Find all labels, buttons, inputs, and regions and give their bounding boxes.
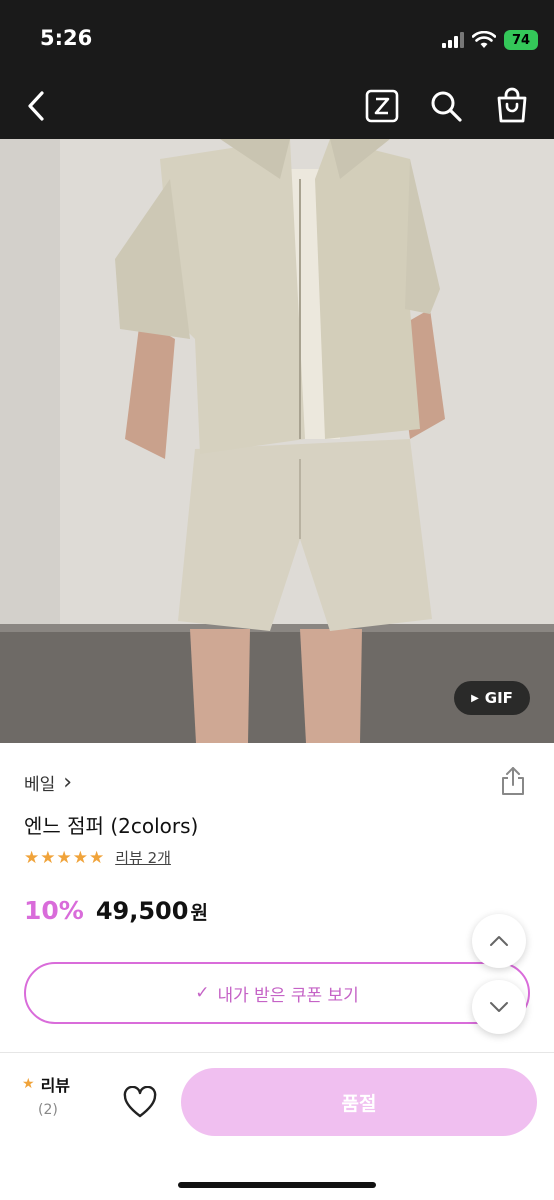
- shopping-bag-icon: [497, 87, 527, 123]
- divider: [0, 1052, 554, 1053]
- view-coupons-button[interactable]: ✓ 내가 받은 쿠폰 보기: [24, 962, 530, 1024]
- search-button[interactable]: [428, 88, 464, 124]
- chevron-down-icon: [490, 1002, 508, 1012]
- bottom-review-button[interactable]: ★ 리뷰 (2): [22, 1072, 92, 1118]
- heart-icon: [123, 1085, 157, 1118]
- bottom-review-label: 리뷰: [40, 1076, 71, 1095]
- price: 49,500: [95, 897, 189, 925]
- chevron-left-icon: [28, 91, 44, 121]
- review-link[interactable]: 리뷰 2개: [115, 847, 171, 868]
- sold-out-button[interactable]: 품절: [181, 1068, 537, 1136]
- discount-rate: 10%: [24, 896, 84, 925]
- coupon-label: 내가 받은 쿠폰 보기: [217, 985, 359, 1006]
- z-square-icon: [365, 89, 399, 123]
- star-rating: ★★★★★: [24, 847, 106, 868]
- status-time: 5:26: [40, 26, 93, 50]
- wishlist-button[interactable]: [122, 1085, 158, 1122]
- bottom-review-count: (2): [38, 1102, 58, 1118]
- signal-icon: [442, 32, 464, 48]
- price-row: 10% 49,500 원: [24, 896, 208, 925]
- brand-name: 베일: [24, 775, 56, 795]
- star-icon: ★: [22, 1076, 35, 1092]
- price-unit: 원: [190, 902, 208, 924]
- rating-row: ★★★★★ 리뷰 2개: [24, 847, 171, 868]
- check-icon: ✓: [195, 983, 210, 1003]
- search-icon: [431, 91, 462, 122]
- play-icon: ▶: [471, 692, 479, 704]
- cart-button[interactable]: [494, 86, 530, 124]
- z-button[interactable]: [365, 88, 399, 124]
- product-photo: [0, 139, 554, 743]
- gif-label: GIF: [484, 689, 513, 707]
- product-name: 엔느 점퍼 (2colors): [24, 814, 199, 838]
- scroll-down-button[interactable]: [472, 980, 526, 1034]
- gif-badge[interactable]: ▶ GIF: [454, 681, 530, 715]
- share-icon: [502, 767, 524, 795]
- bottom-review-title: ★ 리뷰: [22, 1072, 92, 1096]
- chevron-up-icon: [490, 936, 508, 946]
- product-image[interactable]: ▶ GIF: [0, 139, 554, 743]
- battery-indicator: 74: [504, 30, 538, 50]
- home-indicator: [178, 1182, 376, 1188]
- scroll-up-button[interactable]: [472, 914, 526, 968]
- status-icons: 74: [442, 28, 538, 52]
- top-bar: 5:26 74: [0, 0, 554, 139]
- back-button[interactable]: [26, 88, 56, 124]
- wifi-icon: [472, 31, 496, 48]
- brand-link[interactable]: 베일 ›: [24, 770, 72, 795]
- chevron-right-icon: ›: [63, 769, 73, 795]
- share-button[interactable]: [500, 766, 526, 796]
